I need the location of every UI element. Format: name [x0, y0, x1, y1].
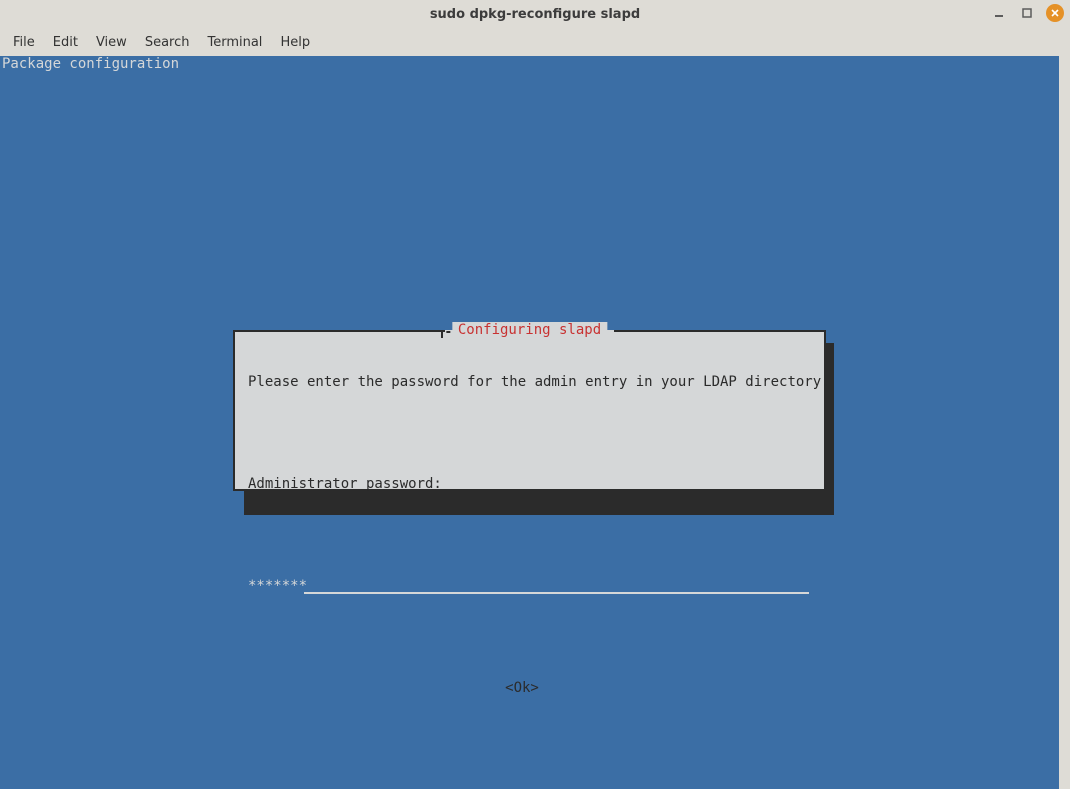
- dialog-title: Configuring slapd: [452, 322, 607, 339]
- window-controls: [990, 4, 1064, 22]
- menu-view[interactable]: View: [87, 31, 136, 54]
- scrollbar[interactable]: [1059, 56, 1070, 789]
- ok-button[interactable]: <Ok>: [233, 680, 811, 697]
- dialog-prompt: Please enter the password for the admin …: [248, 374, 811, 391]
- menu-edit[interactable]: Edit: [44, 31, 87, 54]
- config-dialog: Configuring slapd Please enter the passw…: [233, 330, 826, 491]
- password-input[interactable]: *******: [248, 578, 810, 595]
- menu-help[interactable]: Help: [271, 31, 319, 54]
- titlebar: sudo dpkg-reconfigure slapd: [0, 0, 1070, 28]
- menu-terminal[interactable]: Terminal: [198, 31, 271, 54]
- minimize-button[interactable]: [990, 4, 1008, 22]
- menu-search[interactable]: Search: [136, 31, 199, 54]
- window-title: sudo dpkg-reconfigure slapd: [430, 7, 640, 22]
- close-button[interactable]: [1046, 4, 1064, 22]
- terminal[interactable]: Package configuration Configuring slapd …: [0, 56, 1070, 789]
- menubar: File Edit View Search Terminal Help: [0, 28, 1070, 56]
- password-label: Administrator password:: [248, 476, 811, 493]
- menu-file[interactable]: File: [4, 31, 44, 54]
- package-config-header: Package configuration: [2, 56, 179, 73]
- maximize-button[interactable]: [1018, 4, 1036, 22]
